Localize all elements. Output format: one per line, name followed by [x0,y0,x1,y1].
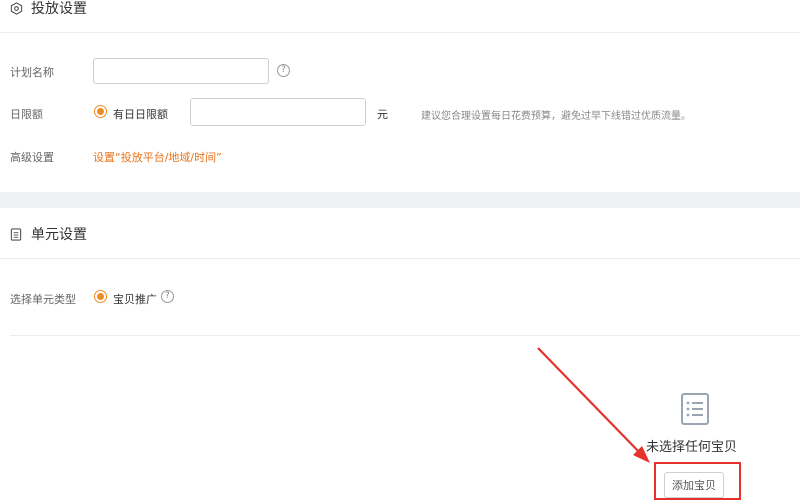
empty-state-message: 未选择任何宝贝 [646,440,738,455]
daily-limit-unit: 元 [377,108,388,121]
document-list-icon [10,227,22,241]
plan-name-label: 计划名称 [10,66,54,79]
plan-name-input[interactable] [93,58,269,84]
empty-list-icon [681,393,709,425]
daily-limit-tip: 建议您合理设置每日花费预算，避免过早下线错过优质流量。 [421,111,691,122]
unit-section-title: 单元设置 [31,227,87,243]
add-item-button[interactable]: 添加宝贝 [664,472,724,498]
daily-limit-option-label[interactable]: 有日日限额 [113,106,168,122]
unit-type-help-icon[interactable]: ? [161,290,174,303]
unit-type-radio[interactable] [94,290,107,303]
delivery-header-divider [0,32,800,33]
delivery-section-header: 投放设置 [10,0,87,17]
delivery-section-title: 投放设置 [31,1,87,17]
unit-type-label: 选择单元类型 [10,293,76,306]
plan-name-help-icon[interactable]: ? [277,64,290,77]
unit-type-divider [10,335,800,336]
advanced-settings-label: 高级设置 [10,151,54,164]
daily-limit-radio[interactable] [94,105,107,118]
unit-header-divider [0,258,800,259]
daily-limit-input[interactable] [190,98,366,126]
unit-section-header: 单元设置 [10,226,87,243]
hexagon-settings-icon [10,1,23,15]
daily-limit-label: 日限额 [10,108,43,121]
unit-type-option-label[interactable]: 宝贝推广 [113,291,157,307]
section-separator-band [0,192,800,208]
advanced-settings-link[interactable]: 设置“投放平台/地域/时间” [93,149,222,165]
